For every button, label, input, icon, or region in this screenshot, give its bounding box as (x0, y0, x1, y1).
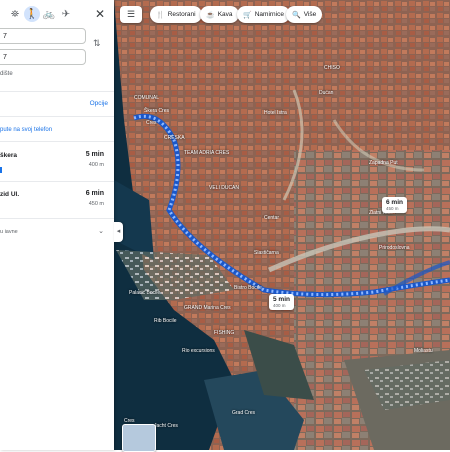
chip-label: Kava (217, 11, 233, 18)
route-time: 5 min (85, 151, 104, 158)
map-place-label[interactable]: Hotel Istra (264, 110, 287, 116)
map-place-label[interactable]: Zapadna Put (369, 160, 398, 166)
route-details-marker (0, 167, 2, 173)
route-distance: 400 m (88, 162, 104, 168)
route-time: 6 min (85, 190, 104, 197)
route-time-callout[interactable]: 6 min 450 m (382, 197, 407, 213)
restaurant-icon: 🍴 (156, 11, 165, 19)
walk-icon[interactable]: 🚶 (24, 6, 40, 22)
cart-icon: 🛒 (243, 11, 252, 19)
layers-thumbnail[interactable] (122, 424, 156, 452)
collapse-panel-button[interactable]: ◂ (114, 222, 123, 242)
map-place-label[interactable]: Jacht Cres (154, 423, 178, 429)
map-place-label[interactable]: Prirodoslovna (379, 245, 410, 251)
menu-icon[interactable]: ☰ (120, 6, 142, 23)
chip-label: Više (303, 11, 317, 18)
destination-field[interactable]: 7 (0, 49, 86, 65)
callout-distance: 450 m (386, 206, 399, 211)
flight-icon[interactable]: ✈ (58, 6, 74, 22)
divider (0, 218, 114, 219)
swap-icon[interactable]: ⇅ (93, 38, 101, 49)
coffee-icon: ☕ (206, 11, 215, 19)
map-place-label[interactable]: COMUNAL (134, 95, 159, 101)
map-place-label[interactable]: Palacić Bocile (129, 290, 160, 296)
map-place-label[interactable]: TEAM ADRIA CRES (184, 150, 229, 156)
map-place-label[interactable]: Grad Cres (232, 410, 255, 416)
map-place-label[interactable]: Cres (146, 120, 157, 126)
chip-restaurants[interactable]: 🍴 Restorani (150, 6, 202, 23)
map-place-label[interactable]: CRESKA (164, 135, 185, 141)
map-place-label[interactable]: Bistro Bocile (234, 285, 262, 291)
map-place-label[interactable]: CHISO (324, 65, 340, 71)
add-destination-link[interactable]: dište (0, 71, 13, 77)
directions-panel: ⛯ 🚶 🚲 ✈ ✕ 7 7 ⇅ dište Opcije pute na svo… (0, 0, 114, 450)
options-button[interactable]: Opcije (90, 100, 108, 107)
map-place-label[interactable]: Dućan (319, 90, 333, 96)
divider (0, 141, 114, 142)
route-distance: 450 m (88, 201, 104, 207)
route-time-callout[interactable]: 5 min 400 m (269, 294, 294, 310)
map-place-label[interactable]: Slastičarna (254, 250, 279, 256)
map-place-label[interactable]: Centar (264, 215, 279, 221)
callout-time: 6 min (386, 199, 403, 206)
callout-distance: 400 m (273, 303, 286, 308)
map-place-label[interactable]: VELI DUCAN (209, 185, 239, 191)
divider (0, 91, 114, 92)
map-place-label[interactable]: GRAND Marina Cres (184, 305, 231, 311)
satellite-imagery (114, 0, 450, 450)
map-place-label[interactable]: Rib Bocile (154, 318, 177, 324)
best-icon[interactable]: ⛯ (7, 6, 23, 22)
callout-time: 5 min (273, 296, 290, 303)
bike-icon[interactable]: 🚲 (41, 6, 57, 22)
route-name: škera (0, 152, 17, 159)
send-to-phone-link[interactable]: pute na svoj telefon (0, 127, 52, 133)
chip-coffee[interactable]: ☕ Kava (200, 6, 239, 23)
chip-label: Namirnice (254, 11, 284, 18)
chip-more[interactable]: 🔍 Više (286, 6, 323, 23)
map-place-label[interactable]: Moliastu (414, 348, 433, 354)
divider (0, 116, 114, 117)
chip-groceries[interactable]: 🛒 Namirnice (237, 6, 290, 23)
close-icon[interactable]: ✕ (95, 6, 105, 22)
divider (0, 181, 114, 182)
origin-field[interactable]: 7 (0, 28, 86, 44)
search-icon: 🔍 (292, 11, 301, 19)
map-place-label[interactable]: Rio excursions (182, 348, 215, 354)
travel-mode-bar: ⛯ 🚶 🚲 ✈ ✕ (0, 6, 114, 22)
satellite-map[interactable]: 5 min 400 m 6 min 450 m COMUNAL Cres TEAM … (114, 0, 450, 450)
map-place-label[interactable]: FISHING (214, 330, 234, 336)
chip-label: Restorani (167, 11, 196, 18)
chevron-down-icon[interactable]: ⌄ (98, 227, 104, 235)
map-place-label[interactable]: Škera Cres (144, 108, 169, 114)
more-options-text[interactable]: u iavne (0, 229, 18, 235)
route-name: zid Ul. (0, 191, 20, 198)
